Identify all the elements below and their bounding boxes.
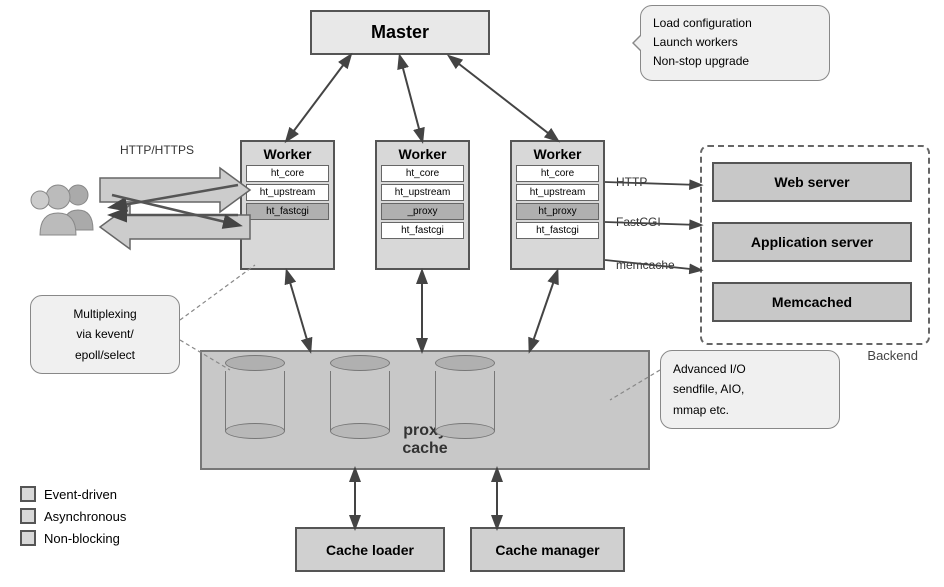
app-server-box: Application server: [712, 222, 912, 262]
callout-left-text: Multiplexingvia kevent/epoll/select: [73, 307, 136, 362]
worker1-module1: ht_core: [246, 165, 329, 182]
app-server-label: Application server: [751, 234, 873, 250]
worker2-title: Worker: [381, 146, 464, 162]
worker1-module2: ht_upstream: [246, 184, 329, 201]
legend-label-3: Non-blocking: [44, 531, 120, 546]
cache-manager-label: Cache manager: [495, 542, 599, 558]
http-https-label: HTTP/HTTPS: [120, 143, 194, 157]
backend-label: Backend: [867, 348, 918, 363]
worker3-module2: ht_upstream: [516, 184, 599, 201]
legend-item-1: Event-driven: [20, 486, 126, 502]
callout-bottom-right: Advanced I/O sendfile, AIO, mmap etc.: [660, 350, 840, 429]
memcached-box: Memcached: [712, 282, 912, 322]
cylinder2: [330, 355, 390, 439]
legend-label-2: Asynchronous: [44, 509, 126, 524]
legend-box-2: [20, 508, 36, 524]
legend-item-2: Asynchronous: [20, 508, 126, 524]
worker2-box: Worker ht_core ht_upstream _proxy ht_fas…: [375, 140, 470, 270]
cache-loader-label: Cache loader: [326, 542, 414, 558]
callout-top-line1: Load configuration: [653, 16, 752, 30]
callout-br-line3: mmap etc.: [673, 403, 729, 417]
worker1-title: Worker: [246, 146, 329, 162]
worker1-box: Worker ht_core ht_upstream ht_fastcgi: [240, 140, 335, 270]
memcache-label: memcache: [616, 258, 675, 272]
master-label: Master: [371, 22, 429, 43]
worker2-module4: ht_fastcgi: [381, 222, 464, 239]
backend-panel: Web server Application server Memcached …: [700, 145, 930, 345]
worker3-module3: ht_proxy: [516, 203, 599, 220]
cache-loader-box: Cache loader: [295, 527, 445, 572]
web-server-box: Web server: [712, 162, 912, 202]
cylinder3: [435, 355, 495, 439]
worker2-module3: _proxy: [381, 203, 464, 220]
worker3-title: Worker: [516, 146, 599, 162]
worker1-module3: ht_fastcgi: [246, 203, 329, 220]
legend-box-1: [20, 486, 36, 502]
worker3-box: Worker ht_core ht_upstream ht_proxy ht_f…: [510, 140, 605, 270]
callout-top-line3: Non-stop upgrade: [653, 54, 749, 68]
legend: Event-driven Asynchronous Non-blocking: [20, 486, 126, 552]
callout-br-line1: Advanced I/O: [673, 362, 746, 376]
callout-top-line2: Launch workers: [653, 35, 738, 49]
cache-manager-box: Cache manager: [470, 527, 625, 572]
diagram-container: Master Load configuration Launch workers…: [0, 0, 944, 587]
callout-left: Multiplexingvia kevent/epoll/select: [30, 295, 180, 374]
memcached-label: Memcached: [772, 294, 852, 310]
cylinder1: [225, 355, 285, 439]
worker2-module2: ht_upstream: [381, 184, 464, 201]
legend-label-1: Event-driven: [44, 487, 117, 502]
legend-box-3: [20, 530, 36, 546]
master-box: Master: [310, 10, 490, 55]
cylinders-row: [225, 355, 495, 439]
worker3-module1: ht_core: [516, 165, 599, 182]
callout-br-line2: sendfile, AIO,: [673, 382, 744, 396]
worker2-module1: ht_core: [381, 165, 464, 182]
worker3-module4: ht_fastcgi: [516, 222, 599, 239]
user-icon: [28, 175, 98, 240]
http-label: HTTP: [616, 175, 647, 189]
web-server-label: Web server: [774, 174, 849, 190]
callout-top: Load configuration Launch workers Non-st…: [640, 5, 830, 81]
fastcgi-label: FastCGI: [616, 215, 661, 229]
legend-item-3: Non-blocking: [20, 530, 126, 546]
